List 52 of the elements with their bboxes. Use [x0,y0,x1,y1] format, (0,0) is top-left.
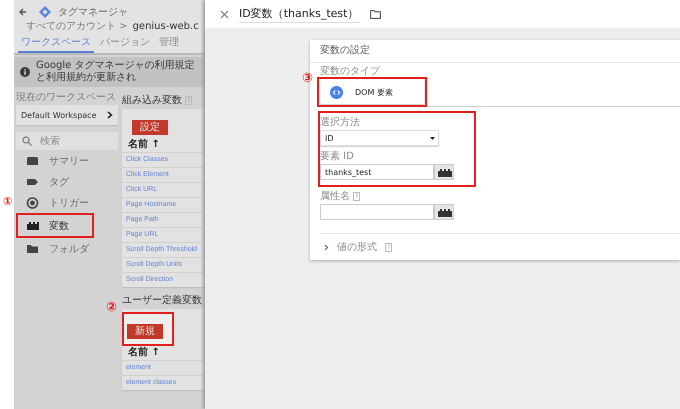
variable-picker-button[interactable] [434,164,454,180]
text-field[interactable]: thanks_test [320,164,434,180]
diamond-logo-icon [38,5,52,19]
brick-icon [436,207,452,217]
configure-button[interactable]: 設定 [132,120,168,135]
new-button[interactable]: 新規 [127,324,163,339]
annotation-number: ① [3,195,12,209]
variable-name-field[interactable]: ID変数（thanks_test） [239,6,360,22]
notice-text: Google タグマネージャの利用規定と利用規約が更新され [36,60,196,84]
section-toggle[interactable]: 値の形式 [337,240,377,254]
back-arrow-icon[interactable] [18,7,28,17]
tab[interactable]: 管理 [156,35,182,53]
variable-picker-button[interactable] [434,204,454,220]
field-label: 要素 ID [320,150,354,163]
tab[interactable]: ワークスペース [18,35,94,53]
search-field[interactable]: 検索 [16,132,118,150]
nav-item[interactable]: タグ [16,171,118,192]
info-icon [20,67,30,77]
annotation-number: ③ [302,72,314,86]
briefcase-icon [26,154,39,166]
workspace-label: 現在のワークスペース [16,91,117,105]
brick-icon [26,220,39,232]
column-header[interactable]: 名前 ↑ [122,345,205,360]
field-label: 変数のタイプ [320,65,382,78]
container-name[interactable]: genius-web.c [132,21,199,33]
card-title: 変数の設定 [310,40,680,63]
nav-item[interactable]: フォルダ [16,238,118,259]
workspace-selector[interactable]: Default Workspace [16,105,118,125]
account-breadcrumb[interactable]: すべてのアカウント > [26,21,128,33]
field-label: 選択方法 [320,116,360,129]
product-name: タグマネージャ [58,6,129,19]
target-icon [26,196,39,208]
nav-item[interactable]: トリガー [16,192,118,213]
chevron-right-icon [107,111,113,119]
section-title: 組み込み変数 [122,94,182,107]
search-icon [22,136,32,146]
close-icon[interactable] [220,10,229,18]
text-field[interactable] [320,204,434,220]
nav-item[interactable]: サマリー [16,150,118,171]
section-title: ユーザー定義変数 [122,294,202,307]
chevron-right-icon[interactable] [324,244,329,250]
tab[interactable]: バージョン [97,35,153,53]
brick-icon [436,167,452,177]
select-field[interactable]: ID [320,130,439,146]
nav-item[interactable]: 変数 [16,213,94,238]
folder-icon [26,242,39,254]
field-label: 属性名 [320,190,350,203]
caret-down-icon [430,136,435,140]
column-header[interactable]: 名前 ↑ [122,137,205,152]
code-icon [330,86,343,98]
folder-icon[interactable] [370,10,382,18]
annotation-number: ② [106,301,118,315]
